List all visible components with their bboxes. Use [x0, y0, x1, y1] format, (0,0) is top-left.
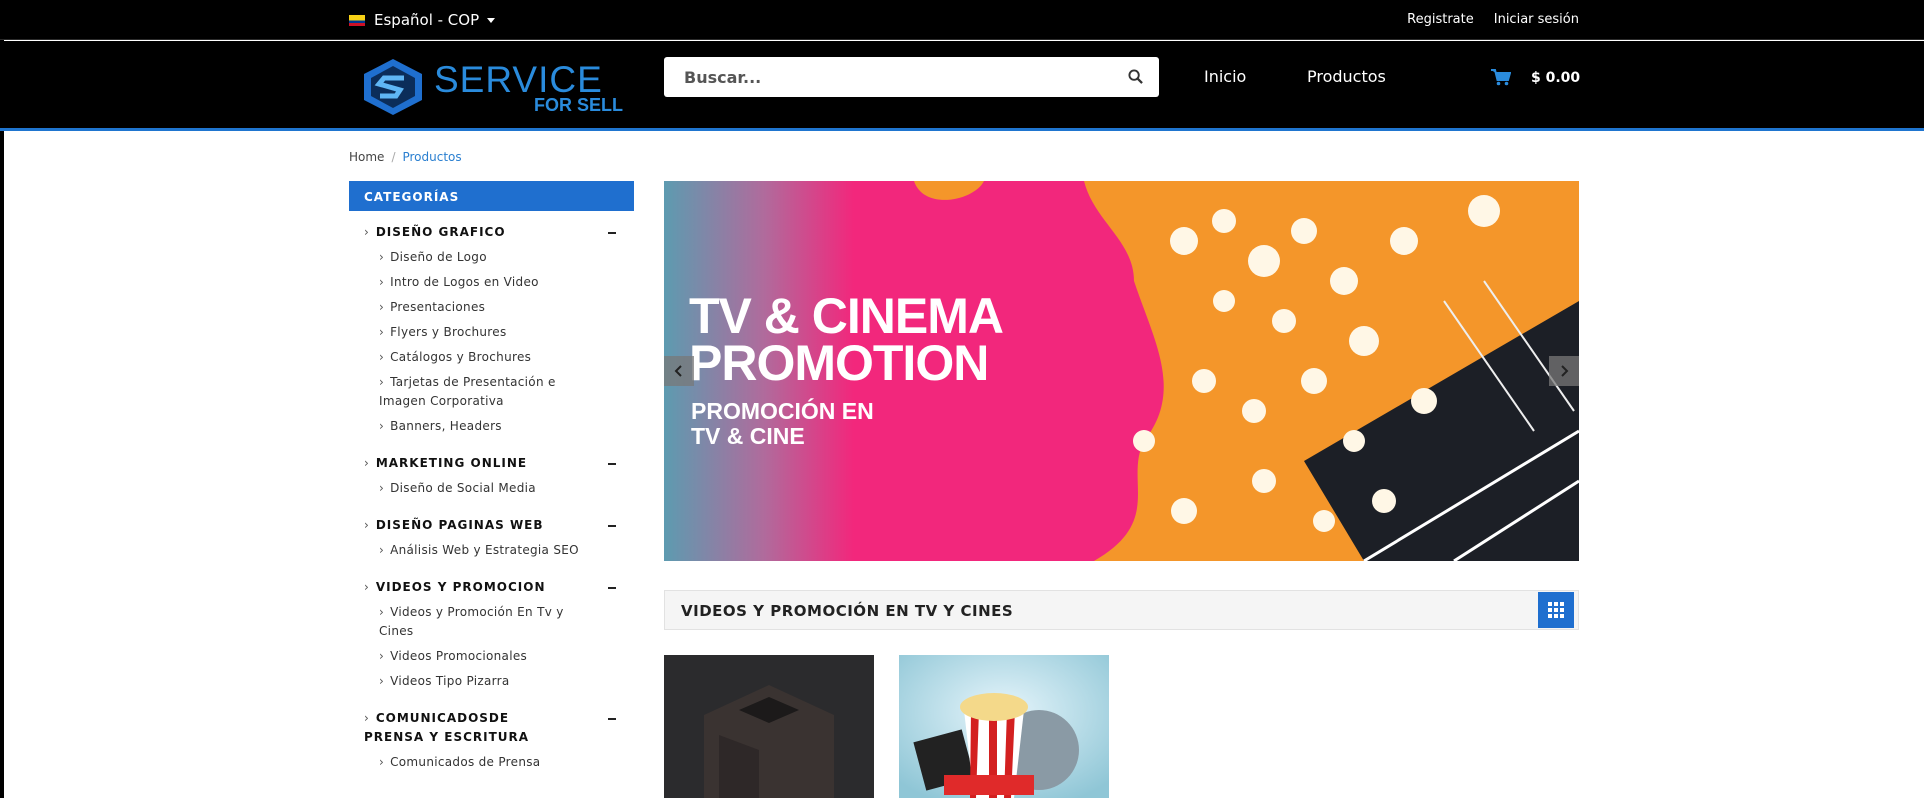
category-group: › DISEÑO GRAFICO › Diseño de Logo › Intro d… [349, 223, 634, 436]
site-logo[interactable]: SERVICE FOR SELL [360, 57, 623, 117]
chevron-right-icon [1561, 365, 1569, 377]
cart-summary[interactable]: $ 0.00 [1491, 69, 1580, 86]
subcategory-item[interactable]: › Tarjetas de Presentación e Imagen Corpo… [349, 373, 604, 411]
caret-down-icon [487, 17, 496, 23]
subcategory-item[interactable]: › Diseño de Logo [349, 248, 604, 267]
subcategory-item[interactable]: › Presentaciones [349, 298, 604, 317]
shopping-cart-icon [1491, 69, 1511, 86]
subcategory-item[interactable]: › Banners, Headers [349, 417, 604, 436]
collapse-icon[interactable] [608, 463, 616, 465]
subcategory-item[interactable]: › Videos y Promoción En Tv y Cines [349, 603, 604, 641]
grid-view-button[interactable] [1538, 592, 1574, 628]
collapse-icon[interactable] [608, 525, 616, 527]
category-title[interactable]: › COMUNICADOSDE PRENSA Y ESCRITURA [349, 709, 574, 747]
search-icon[interactable] [1128, 69, 1143, 84]
product-image [664, 655, 874, 798]
login-link[interactable]: Iniciar sesión [1494, 12, 1579, 27]
subcategory-item[interactable]: › Análisis Web y Estrategia SEO [349, 541, 604, 560]
product-card[interactable] [664, 655, 874, 798]
logo-text-service: SERVICE [434, 58, 603, 100]
chevron-left-icon [674, 365, 682, 377]
language-label: Español - COP [374, 11, 480, 29]
banner-title: TV & CINEMA PROMOTION [689, 288, 1004, 391]
categories-heading: CATEGORÍAS [349, 181, 634, 211]
subcategory-item[interactable]: › Comunicados de Prensa [349, 753, 574, 772]
subcategory-item[interactable]: › Videos Promocionales [349, 647, 604, 666]
section-header: VIDEOS Y PROMOCIÓN EN TV Y CINES [664, 590, 1579, 630]
cart-total: $ 0.00 [1531, 69, 1581, 86]
carousel-next-button[interactable] [1549, 356, 1579, 386]
product-image [899, 655, 1109, 798]
main-header: SERVICE FOR SELL Inicio Productos $ 0.00 [0, 41, 1924, 131]
category-title[interactable]: › MARKETING ONLINE [349, 454, 604, 473]
language-currency-selector[interactable]: Español - COP [349, 11, 496, 29]
register-link[interactable]: Registrate [1407, 12, 1474, 27]
product-card[interactable] [899, 655, 1109, 798]
banner-subtitle: PROMOCIÓN EN TV & CINE [691, 398, 874, 449]
carousel-prev-button[interactable] [664, 356, 694, 386]
colombia-flag-icon [349, 14, 365, 26]
section-title: VIDEOS Y PROMOCIÓN EN TV Y CINES [681, 602, 1014, 620]
subcategory-item[interactable]: › Diseño de Social Media [349, 479, 604, 498]
collapse-icon[interactable] [608, 718, 616, 720]
category-title[interactable]: › DISEÑO PAGINAS WEB [349, 516, 604, 535]
subcategory-item[interactable]: › Flyers y Brochures [349, 323, 604, 342]
promo-banner-carousel[interactable]: TV & CINEMA PROMOTION PROMOCIÓN EN TV & … [664, 181, 1579, 561]
category-group: › DISEÑO PAGINAS WEB › Análisis Web y Estr… [349, 516, 634, 560]
breadcrumb-current: Productos [402, 150, 462, 164]
top-bar: Español - COP Registrate Iniciar sesión [0, 0, 1924, 40]
account-links: Registrate Iniciar sesión [1407, 12, 1579, 27]
nav-productos[interactable]: Productos [1307, 67, 1386, 86]
nav-inicio[interactable]: Inicio [1204, 67, 1246, 86]
collapse-icon[interactable] [608, 587, 616, 589]
category-group: › COMUNICADOSDE PRENSA Y ESCRITURA › Comun… [349, 709, 634, 772]
breadcrumb-home[interactable]: Home [349, 150, 384, 164]
breadcrumb: Home / Productos [349, 150, 462, 164]
logo-text-forsell: FOR SELL [534, 94, 623, 115]
category-sidebar: CATEGORÍAS › DISEÑO GRAFICO › Diseño de Lo… [349, 181, 634, 772]
category-title[interactable]: › DISEÑO GRAFICO [349, 223, 604, 242]
subcategory-item[interactable]: › Videos Tipo Pizarra [349, 672, 604, 691]
category-title[interactable]: › VIDEOS Y PROMOCION [349, 578, 604, 597]
logo-hexagon-icon [364, 59, 422, 115]
category-group: › MARKETING ONLINE › Diseño de Social Medi… [349, 454, 634, 498]
grid-icon [1548, 602, 1564, 618]
category-group: › VIDEOS Y PROMOCION › Videos y Promoción … [349, 578, 634, 691]
subcategory-item[interactable]: › Intro de Logos en Video [349, 273, 604, 292]
search-box [664, 57, 1159, 97]
subcategory-item[interactable]: › Catálogos y Brochures [349, 348, 604, 367]
search-input[interactable] [664, 57, 1104, 97]
collapse-icon[interactable] [608, 232, 616, 234]
